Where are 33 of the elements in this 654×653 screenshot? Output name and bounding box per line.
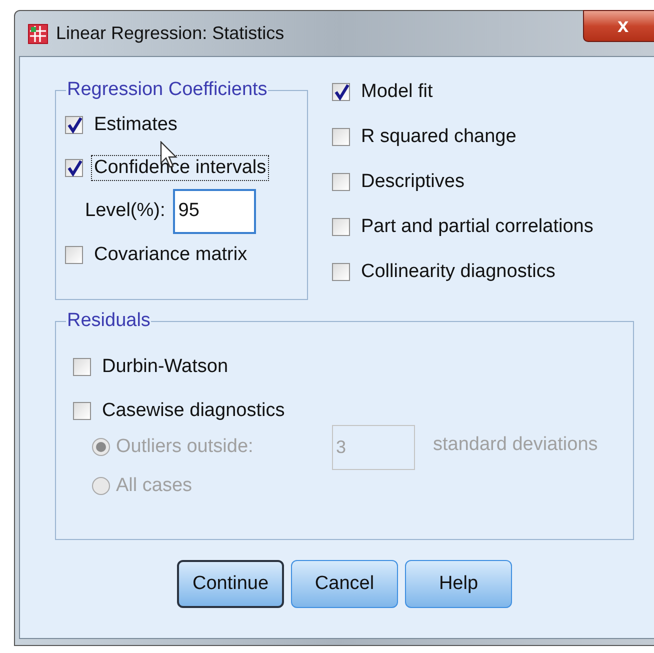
checkbox[interactable]: [332, 83, 350, 101]
radio-label: Outliers outside:: [116, 434, 254, 459]
checkbox-label: Collinearity diagnostics: [360, 260, 556, 284]
checkbox-label: Confidence intervals: [92, 156, 268, 180]
group-title: Residuals: [66, 309, 152, 333]
dialog-button[interactable]: Help: [405, 560, 512, 608]
dialog-button[interactable]: Continue: [177, 560, 284, 608]
radio-label: All cases: [116, 474, 194, 498]
checkbox-label: Descriptives: [360, 170, 466, 194]
units-label: standard deviations: [433, 433, 598, 458]
checkbox[interactable]: [65, 158, 83, 176]
checkbox-label: Covariance matrix: [93, 242, 248, 266]
checkbox[interactable]: [332, 173, 350, 191]
field-label: Level(%):: [85, 198, 166, 223]
checkbox-label: Model fit: [360, 80, 434, 104]
table-icon: [28, 24, 48, 44]
checkbox[interactable]: [332, 263, 350, 281]
group-title: Regression Coefficients: [66, 78, 268, 102]
checkbox[interactable]: [65, 246, 83, 264]
close-button[interactable]: x: [583, 10, 654, 42]
checkbox[interactable]: [332, 218, 350, 236]
checkbox-label: Estimates: [93, 112, 178, 136]
checkbox-label: R squared change: [360, 125, 518, 149]
checkbox-label: Durbin-Watson: [101, 354, 230, 378]
dialog-button[interactable]: Cancel: [291, 560, 398, 608]
checkbox[interactable]: [73, 402, 91, 420]
window-title: Linear Regression: Statistics: [56, 22, 284, 45]
checkbox-label: Casewise diagnostics: [101, 398, 286, 422]
checkbox[interactable]: [73, 358, 91, 376]
level-field[interactable]: 95: [173, 188, 256, 234]
checkbox[interactable]: [332, 128, 350, 146]
checkbox-label: Part and partial correlations: [360, 215, 594, 239]
checkbox[interactable]: [65, 116, 83, 134]
